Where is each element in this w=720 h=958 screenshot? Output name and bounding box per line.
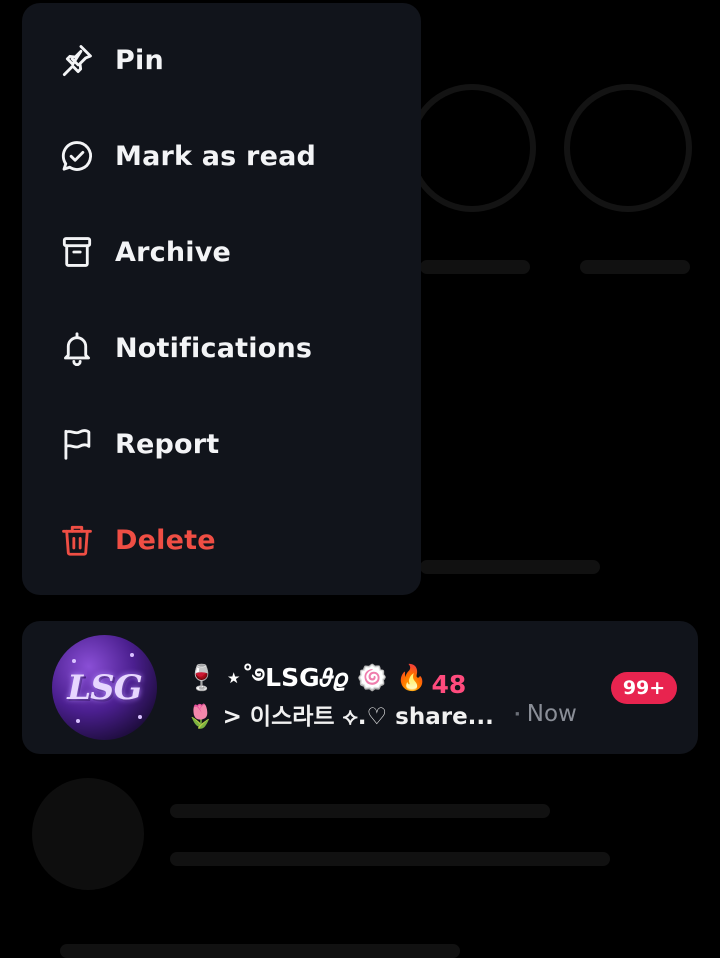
menu-label-archive: Archive bbox=[115, 236, 232, 268]
chat-preview: 🌷 > 이스라트 ⟡.♡ share... · Now bbox=[186, 697, 577, 731]
avatar-logo-text: LSG bbox=[67, 667, 143, 708]
pin-icon bbox=[56, 39, 98, 81]
time-separator: · bbox=[513, 703, 521, 725]
chat-timestamp: Now bbox=[526, 701, 577, 727]
menu-label-pin: Pin bbox=[115, 44, 164, 76]
context-menu: Pin Mark as read Archive Notifications R… bbox=[22, 3, 421, 595]
screen: Pin Mark as read Archive Notifications R… bbox=[0, 0, 720, 958]
bell-icon bbox=[56, 327, 98, 369]
menu-item-archive[interactable]: Archive bbox=[22, 204, 421, 300]
menu-label-report: Report bbox=[115, 428, 220, 460]
mark-read-icon bbox=[56, 135, 98, 177]
menu-label-notifications: Notifications bbox=[115, 332, 313, 364]
flag-icon bbox=[56, 423, 98, 465]
menu-item-report[interactable]: Report bbox=[22, 396, 421, 492]
menu-item-delete[interactable]: Delete bbox=[22, 492, 421, 588]
menu-item-mark-as-read[interactable]: Mark as read bbox=[22, 108, 421, 204]
unread-badge: 99+ bbox=[611, 672, 677, 704]
chat-preview-text: 🌷 > 이스라트 ⟡.♡ share... bbox=[186, 704, 494, 730]
archive-icon bbox=[56, 231, 98, 273]
menu-label-mark-as-read: Mark as read bbox=[115, 140, 317, 172]
streak-count: 48 bbox=[431, 670, 467, 699]
menu-item-notifications[interactable]: Notifications bbox=[22, 300, 421, 396]
chat-row-selected[interactable]: LSG 🍷 ⋆˚࿔LSG𝜗𝜚 🍥 🔥 48 🌷 > 이스라트 ⟡.♡ share… bbox=[22, 621, 698, 754]
avatar[interactable]: LSG bbox=[52, 635, 157, 740]
menu-label-delete: Delete bbox=[115, 524, 216, 556]
trash-icon bbox=[56, 519, 98, 561]
menu-item-pin[interactable]: Pin bbox=[22, 12, 421, 108]
